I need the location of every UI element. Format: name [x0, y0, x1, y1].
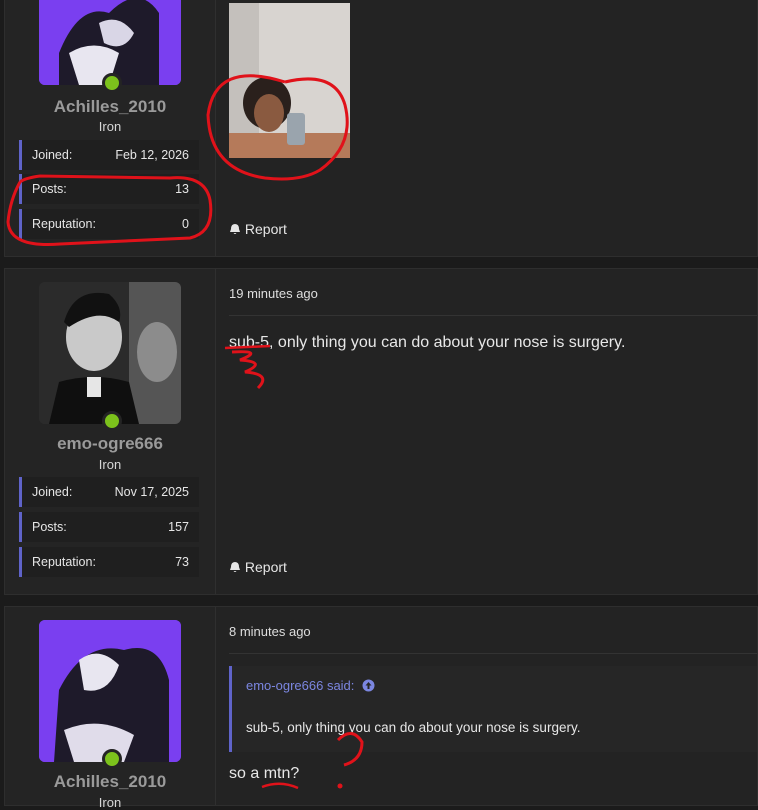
username[interactable]: emo-ogre666: [5, 434, 215, 454]
stat-posts: Posts: 157: [19, 512, 199, 542]
username[interactable]: Achilles_2010: [5, 97, 215, 117]
stat-label: Posts:: [32, 182, 67, 196]
post-content: 8 minutes ago emo-ogre666 said: sub-5, o…: [229, 607, 757, 805]
user-rank: Iron: [98, 795, 122, 810]
post-body: so a mtn?: [229, 765, 300, 782]
stat-label: Posts:: [32, 520, 67, 534]
quote-header[interactable]: emo-ogre666 said:: [246, 678, 375, 693]
stat-value: 157: [168, 520, 189, 534]
quote-author: emo-ogre666 said:: [246, 678, 355, 693]
stat-label: Reputation:: [32, 217, 96, 231]
stat-joined: Joined: Nov 17, 2025: [19, 477, 199, 507]
stat-joined: Joined: Feb 12, 2026: [19, 140, 199, 170]
report-label: Report: [244, 559, 287, 575]
stat-value: Feb 12, 2026: [115, 148, 189, 162]
report-label: Report: [244, 221, 287, 237]
arrow-up-circle-icon[interactable]: [358, 678, 375, 693]
post-body: sub-5, only thing you can do about your …: [229, 334, 626, 351]
online-status-dot: [102, 749, 122, 769]
quote-block: emo-ogre666 said: sub-5, only thing you …: [229, 666, 757, 752]
user-rank: Iron: [98, 119, 122, 134]
post-timestamp[interactable]: 8 minutes ago: [229, 624, 311, 639]
post-2: emo-ogre666 Iron Joined: Nov 17, 2025 Po…: [4, 268, 758, 595]
stat-reputation: Reputation: 73: [19, 547, 199, 577]
user-info-column: Achilles_2010 Iron Joined: Feb 12, 2026 …: [5, 0, 216, 256]
post-content: 19 minutes ago sub-5, only thing you can…: [229, 269, 757, 594]
stat-value: 73: [175, 555, 189, 569]
avatar[interactable]: [39, 282, 181, 424]
stat-label: Joined:: [32, 485, 73, 499]
attached-photo[interactable]: [229, 3, 350, 158]
stat-label: Reputation:: [32, 555, 96, 569]
user-rank: Iron: [98, 457, 122, 472]
online-status-dot: [102, 73, 122, 93]
online-status-dot: [102, 411, 122, 431]
divider: [229, 653, 757, 654]
stat-value: 0: [182, 217, 189, 231]
avatar[interactable]: [39, 620, 181, 762]
quote-text: sub-5, only thing you can do about your …: [246, 720, 581, 735]
stat-posts: Posts: 13: [19, 174, 199, 204]
user-info-column: emo-ogre666 Iron Joined: Nov 17, 2025 Po…: [5, 269, 216, 594]
post-content: Report: [229, 0, 757, 256]
username[interactable]: Achilles_2010: [5, 772, 215, 792]
stat-label: Joined:: [32, 148, 73, 162]
user-info-column: Achilles_2010 Iron: [5, 607, 216, 810]
bell-icon: [229, 559, 245, 575]
report-button[interactable]: Report: [229, 221, 287, 237]
stat-reputation: Reputation: 0: [19, 209, 199, 239]
bell-icon: [229, 221, 245, 237]
divider: [229, 315, 757, 316]
post-3: Achilles_2010 Iron 8 minutes ago emo-ogr…: [4, 606, 758, 810]
stat-value: Nov 17, 2025: [114, 485, 189, 499]
post-timestamp[interactable]: 19 minutes ago: [229, 286, 318, 301]
post-1: Achilles_2010 Iron Joined: Feb 12, 2026 …: [4, 0, 758, 257]
stat-value: 13: [175, 182, 189, 196]
report-button[interactable]: Report: [229, 559, 287, 575]
